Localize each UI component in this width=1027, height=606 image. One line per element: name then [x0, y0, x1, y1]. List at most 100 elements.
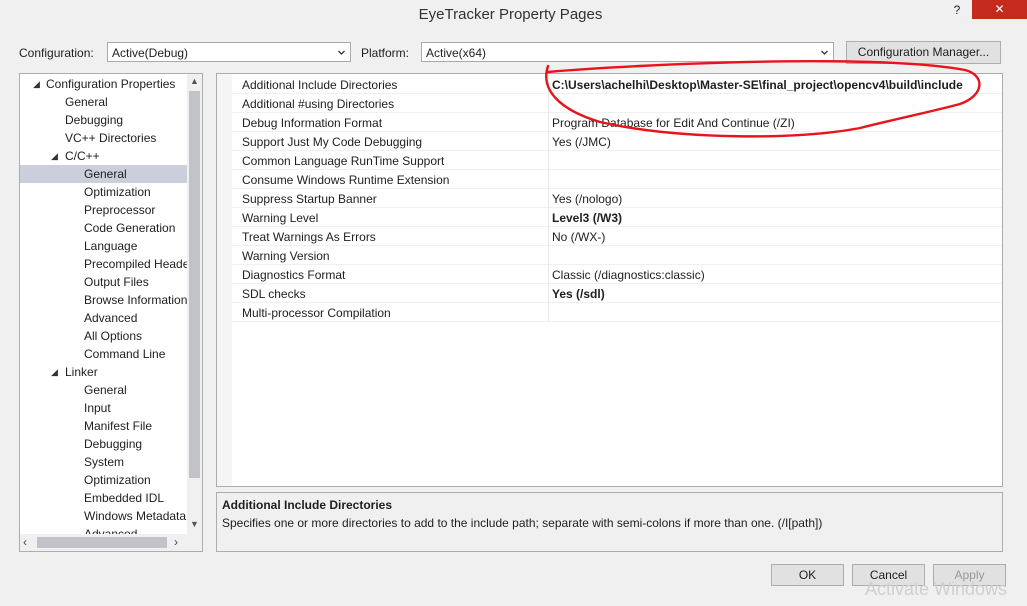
tree-item[interactable]: Language: [20, 237, 187, 255]
tree-item[interactable]: Preprocessor: [20, 201, 187, 219]
property-row[interactable]: Consume Windows Runtime Extension: [232, 170, 1002, 189]
tree-item[interactable]: Optimization: [20, 471, 187, 489]
tree-item-label: Output Files: [84, 275, 149, 289]
tree-item-label: Advanced: [84, 311, 138, 325]
description-panel: Additional Include Directories Specifies…: [216, 492, 1003, 552]
property-value[interactable]: Program Database for Edit And Continue (…: [552, 116, 795, 130]
tree-item-label: Debugging: [65, 113, 124, 127]
configuration-label: Configuration:: [19, 46, 94, 60]
scroll-thumb-horizontal[interactable]: [37, 537, 167, 548]
tree-item-label: Command Line: [84, 347, 166, 361]
tree-item-label: Browse Information: [84, 293, 187, 307]
tree-item[interactable]: Precompiled Heade: [20, 255, 187, 273]
tree-item[interactable]: Embedded IDL: [20, 489, 187, 507]
property-value[interactable]: Yes (/JMC): [552, 135, 611, 149]
tree-item-label: Code Generation: [84, 221, 176, 235]
tree-vertical-scrollbar[interactable]: ▲ ▼: [187, 74, 202, 534]
tree-item[interactable]: Advanced: [20, 309, 187, 327]
scroll-right-icon[interactable]: ›: [174, 535, 178, 549]
column-divider: [548, 246, 549, 265]
tree-item-label: General: [84, 383, 127, 397]
tree-item-label: Configuration Properties: [46, 77, 176, 91]
property-row[interactable]: Diagnostics Format Classic (/diagnostics:…: [232, 265, 1002, 284]
tree-item[interactable]: Optimization: [20, 183, 187, 201]
property-name: Support Just My Code Debugging: [242, 135, 423, 149]
property-row[interactable]: Warning Version: [232, 246, 1002, 265]
tree-item[interactable]: ◢ Configuration Properties: [20, 75, 187, 93]
column-divider: [548, 75, 549, 94]
column-divider: [548, 227, 549, 246]
tree-item[interactable]: Browse Information: [20, 291, 187, 309]
tree-item[interactable]: All Options: [20, 327, 187, 345]
property-value[interactable]: No (/WX-): [552, 230, 605, 244]
property-row[interactable]: Debug Information Format Program Database…: [232, 113, 1002, 132]
property-name: Multi-processor Compilation: [242, 306, 391, 320]
column-divider: [548, 303, 549, 322]
tree-item-label: Optimization: [84, 185, 151, 199]
expand-arrow-icon[interactable]: ◢: [33, 75, 40, 93]
platform-dropdown[interactable]: Active(x64): [421, 42, 834, 62]
tree-item[interactable]: Debugging: [20, 111, 187, 129]
property-value[interactable]: Yes (/sdl): [552, 287, 605, 301]
tree-item[interactable]: Debugging: [20, 435, 187, 453]
tree-item[interactable]: VC++ Directories: [20, 129, 187, 147]
tree-item-label: VC++ Directories: [65, 131, 157, 145]
property-row[interactable]: Support Just My Code Debugging Yes (/JMC): [232, 132, 1002, 151]
property-value[interactable]: Level3 (/W3): [552, 211, 622, 225]
property-row[interactable]: Treat Warnings As Errors No (/WX-): [232, 227, 1002, 246]
tree-item[interactable]: System: [20, 453, 187, 471]
configuration-manager-button[interactable]: Configuration Manager...: [846, 41, 1001, 64]
tree-item-label: System: [84, 455, 125, 469]
expand-arrow-icon[interactable]: ◢: [51, 363, 58, 381]
property-tree: ◢ Configuration Properties General Debuggin…: [19, 73, 203, 552]
configuration-dropdown[interactable]: Active(Debug): [107, 42, 351, 62]
tree-item[interactable]: General: [20, 93, 187, 111]
property-name: Consume Windows Runtime Extension: [242, 173, 450, 187]
tree-item[interactable]: Input: [20, 399, 187, 417]
property-row[interactable]: Common Language RunTime Support: [232, 151, 1002, 170]
tree-item-label: Linker: [65, 365, 98, 379]
property-name: Diagnostics Format: [242, 268, 346, 282]
property-value[interactable]: Yes (/nologo): [552, 192, 622, 206]
expand-arrow-icon[interactable]: ◢: [51, 147, 58, 165]
property-row[interactable]: Suppress Startup Banner Yes (/nologo): [232, 189, 1002, 208]
tree-item[interactable]: Manifest File: [20, 417, 187, 435]
tree-item-label: Debugging: [84, 437, 143, 451]
property-row[interactable]: Multi-processor Compilation: [232, 303, 1002, 322]
tree-item-label: General: [84, 167, 127, 181]
property-row[interactable]: Additional Include Directories C:\Users\a…: [232, 75, 1002, 94]
column-divider: [548, 132, 549, 151]
property-name: Additional Include Directories: [242, 78, 398, 92]
tree-item[interactable]: Code Generation: [20, 219, 187, 237]
help-button[interactable]: ?: [950, 1, 964, 19]
tree-item[interactable]: Command Line: [20, 345, 187, 363]
close-button[interactable]: ✕: [972, 0, 1027, 19]
column-divider: [548, 94, 549, 113]
property-row[interactable]: Additional #using Directories: [232, 94, 1002, 113]
scroll-thumb[interactable]: [189, 91, 200, 478]
tree-item[interactable]: Windows Metadata: [20, 507, 187, 525]
property-name: Additional #using Directories: [242, 97, 395, 111]
tree-item[interactable]: General: [20, 381, 187, 399]
property-name: Warning Version: [242, 249, 330, 263]
tree-item-label: Optimization: [84, 473, 151, 487]
grid-margin: [217, 74, 232, 486]
tree-horizontal-scrollbar[interactable]: ‹ ›: [20, 534, 202, 551]
tree-item-label: Preprocessor: [84, 203, 156, 217]
column-divider: [548, 265, 549, 284]
ok-button[interactable]: OK: [771, 564, 844, 586]
tree-item-label: Embedded IDL: [84, 491, 165, 505]
property-row[interactable]: SDL checks Yes (/sdl): [232, 284, 1002, 303]
property-value[interactable]: Classic (/diagnostics:classic): [552, 268, 705, 282]
tree-item[interactable]: ◢ Linker: [20, 363, 187, 381]
scroll-up-icon[interactable]: ▲: [190, 76, 199, 86]
scroll-down-icon[interactable]: ▼: [190, 519, 199, 529]
property-value[interactable]: C:\Users\achelhi\Desktop\Master-SE\final…: [552, 78, 963, 92]
column-divider: [548, 113, 549, 132]
title-bar: EyeTracker Property Pages ? ✕: [0, 0, 1027, 30]
scroll-left-icon[interactable]: ‹: [23, 535, 27, 549]
tree-item[interactable]: General: [20, 165, 187, 183]
tree-item[interactable]: Output Files: [20, 273, 187, 291]
property-row[interactable]: Warning Level Level3 (/W3): [232, 208, 1002, 227]
tree-item[interactable]: ◢ C/C++: [20, 147, 187, 165]
